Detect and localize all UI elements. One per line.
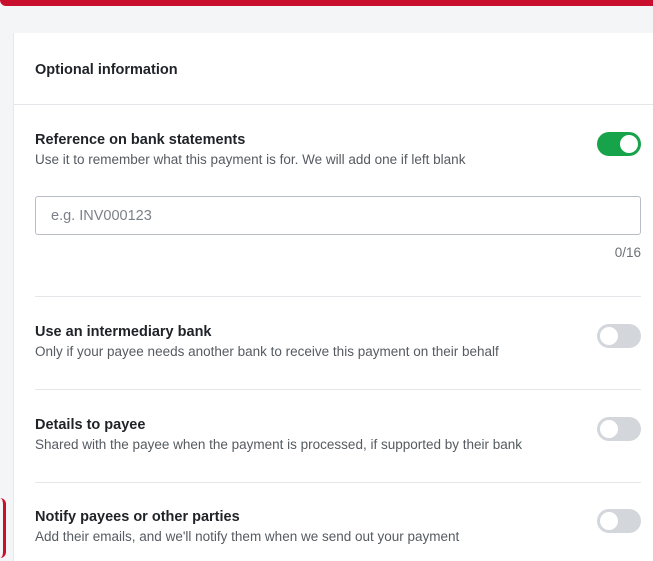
details-toggle[interactable] bbox=[597, 417, 641, 441]
toggle-knob bbox=[600, 327, 618, 345]
reference-description: Use it to remember what this payment is … bbox=[35, 152, 466, 167]
intermediary-section: Use an intermediary bank Only if your pa… bbox=[35, 324, 641, 364]
divider bbox=[35, 296, 641, 297]
optional-information-panel: Optional information Reference on bank s… bbox=[13, 33, 653, 561]
intermediary-toggle[interactable] bbox=[597, 324, 641, 348]
divider bbox=[35, 482, 641, 483]
reference-input[interactable] bbox=[35, 196, 641, 235]
toggle-knob bbox=[620, 135, 638, 153]
toggle-knob bbox=[600, 420, 618, 438]
notify-title: Notify payees or other parties bbox=[35, 509, 240, 525]
reference-char-counter: 0/16 bbox=[614, 245, 641, 260]
panel-title: Optional information bbox=[35, 62, 178, 78]
reference-title: Reference on bank statements bbox=[35, 132, 246, 148]
notify-section: Notify payees or other parties Add their… bbox=[35, 509, 641, 549]
left-accent-mark bbox=[0, 498, 6, 558]
notify-toggle[interactable] bbox=[597, 509, 641, 533]
notify-description: Add their emails, and we'll notify them … bbox=[35, 529, 460, 544]
divider bbox=[35, 389, 641, 390]
intermediary-title: Use an intermediary bank bbox=[35, 324, 212, 340]
top-accent-bar bbox=[0, 0, 653, 6]
reference-section: Reference on bank statements Use it to r… bbox=[35, 132, 641, 262]
details-description: Shared with the payee when the payment i… bbox=[35, 437, 523, 452]
panel-header: Optional information bbox=[14, 33, 653, 105]
details-section: Details to payee Shared with the payee w… bbox=[35, 417, 641, 457]
reference-toggle[interactable] bbox=[597, 132, 641, 156]
toggle-knob bbox=[600, 512, 618, 530]
intermediary-description: Only if your payee needs another bank to… bbox=[35, 344, 499, 359]
details-title: Details to payee bbox=[35, 417, 146, 433]
